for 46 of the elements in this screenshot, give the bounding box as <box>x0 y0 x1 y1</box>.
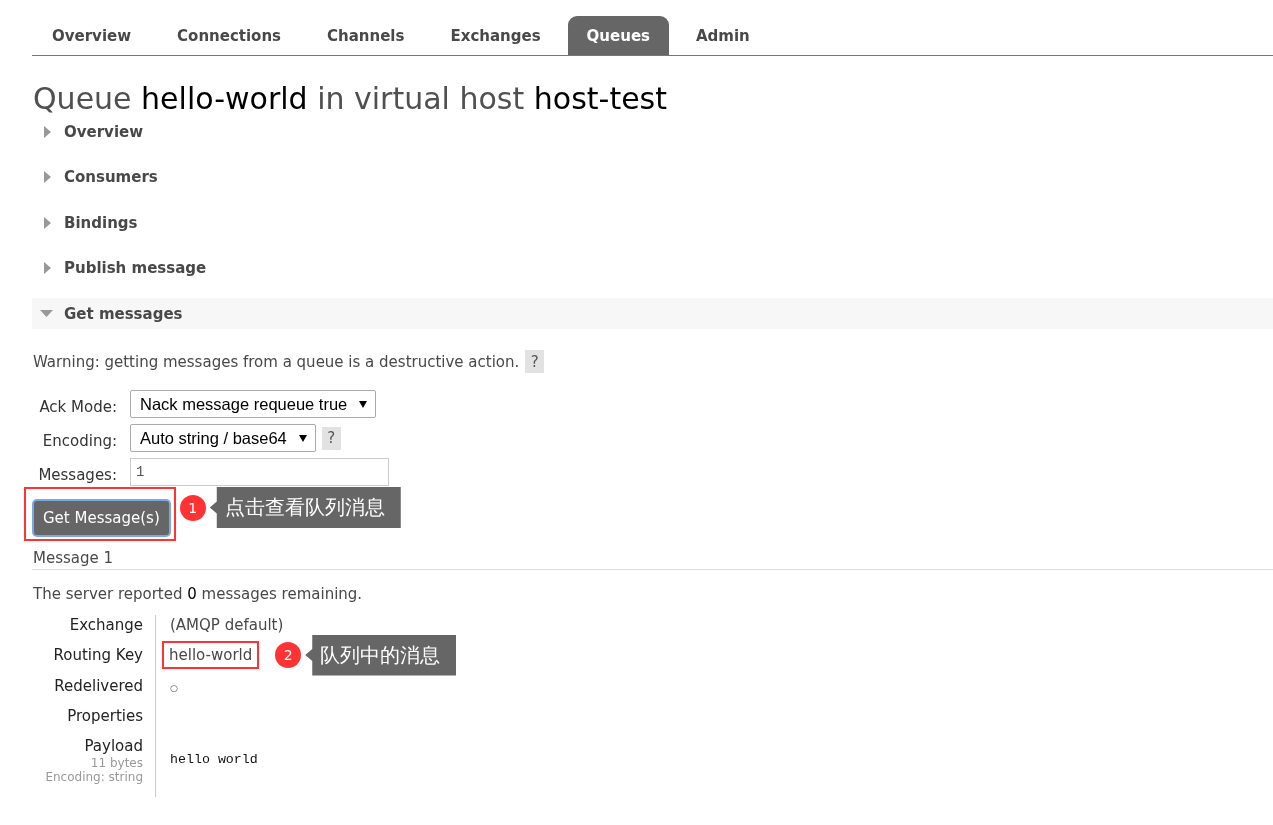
property-label: Payload <box>84 735 143 756</box>
get-messages-button[interactable]: Get Message(s) <box>32 499 171 537</box>
section-header[interactable]: Overview <box>32 116 1273 147</box>
text-input[interactable]: 1 <box>130 458 389 486</box>
triangle-right-icon <box>44 171 51 183</box>
dropdown-select[interactable]: Nack message requeue true <box>130 390 377 418</box>
step-badge: 2 <box>275 642 302 668</box>
property-value: hello world <box>170 750 258 769</box>
triangle-down-icon <box>40 310 53 317</box>
property-label: Properties <box>67 705 143 726</box>
nav-tab[interactable]: Connections <box>158 16 301 55</box>
dropdown-select[interactable]: Auto string / base64 <box>130 424 316 452</box>
payload-note: 11 bytes <box>90 755 143 770</box>
nav-tab[interactable]: Admin <box>677 16 769 55</box>
triangle-right-icon <box>44 262 51 274</box>
field-label: Encoding: <box>42 430 117 450</box>
caret-down-icon <box>298 434 307 442</box>
triangle-right-icon <box>44 216 51 229</box>
field-label: Ack Mode: <box>39 396 117 416</box>
section-header[interactable]: Publish message <box>32 252 1273 284</box>
section-header[interactable]: Get messages <box>32 298 1273 329</box>
property-value: (AMQP default) <box>170 615 284 635</box>
callout-label: 点击查看队列消息 <box>209 487 401 528</box>
caret-down-icon <box>359 400 368 408</box>
property-value: ○ <box>170 681 178 695</box>
nav-tab[interactable]: Overview <box>33 16 151 55</box>
property-label: Routing Key <box>53 645 143 665</box>
nav-tab[interactable]: Exchanges <box>431 16 560 55</box>
server-report-text: The server reported 0 messages remaining. <box>33 584 364 604</box>
page-title: Queue hello-world in virtual host host-test <box>33 82 668 116</box>
section-header[interactable]: Bindings <box>32 207 1273 238</box>
property-value: hello-world <box>162 641 260 669</box>
help-button[interactable]: ? <box>525 350 545 373</box>
property-label: Exchange <box>69 615 143 635</box>
help-button[interactable]: ? <box>321 426 341 450</box>
callout-label: 队列中的消息 <box>305 634 457 676</box>
warning-text: Warning: getting messages from a queue is a destructive action. <box>33 351 520 372</box>
triangle-right-icon <box>44 125 51 138</box>
property-label: Redelivered <box>54 675 143 696</box>
message-heading: Message 1 <box>32 548 1273 570</box>
nav-tab[interactable]: Channels <box>308 16 424 55</box>
nav-tab[interactable]: Queues <box>567 16 669 55</box>
payload-note: Encoding: string <box>45 769 143 784</box>
section-header[interactable]: Consumers <box>32 161 1273 193</box>
step-badge: 1 <box>179 494 206 521</box>
field-label: Messages: <box>38 464 117 484</box>
